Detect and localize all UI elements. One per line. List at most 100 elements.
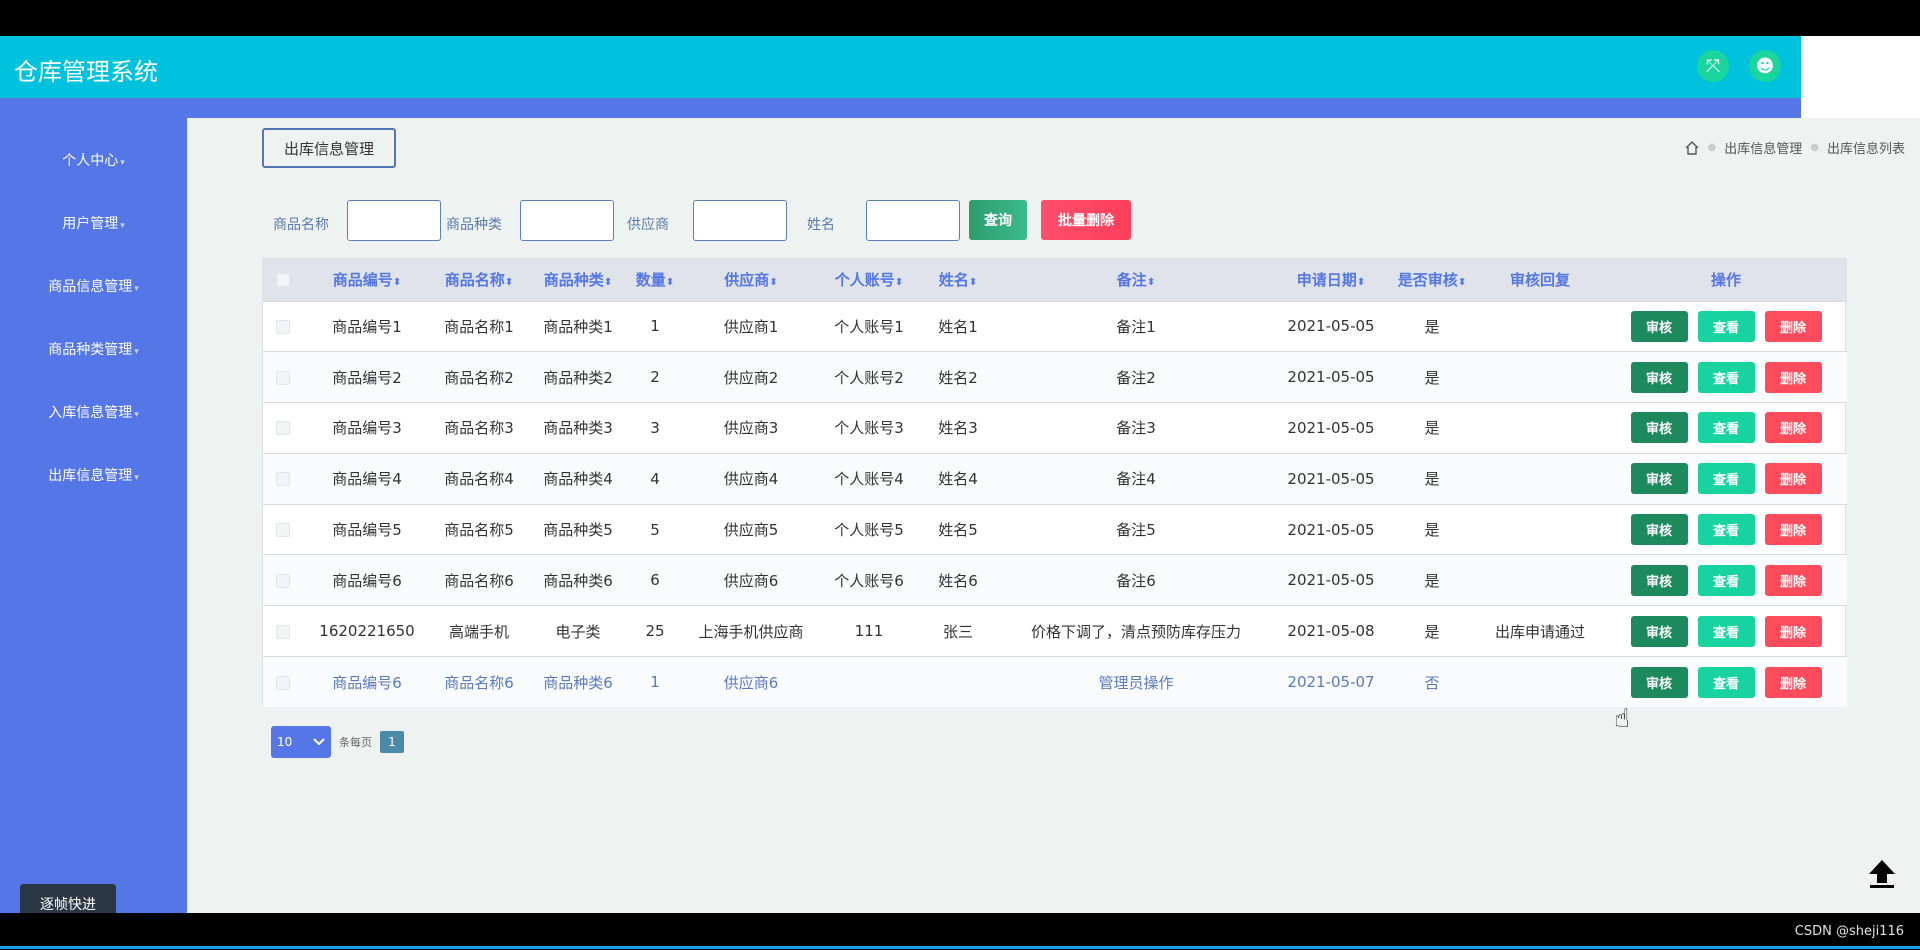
row-actions: 审核 查看 删除 [1605,666,1847,698]
tab-outbound-management[interactable]: 出库信息管理 [262,128,396,168]
sidebar-item-label: 个人中心 [62,153,119,169]
audit-button[interactable]: 审核 [1630,666,1688,698]
cell-type: 商品种类6 [543,673,613,692]
query-button[interactable]: 查询 [969,200,1027,240]
cell-person: 张三 [942,622,973,641]
column-header-note[interactable]: 备注⬍ [999,259,1273,301]
sidebar: 个人中心 ▾ 用户管理 ▾ 商品信息管理 ▾ 商品种类管理 ▾ 入库信息管理 ▾ 出库信息… [0,98,187,913]
row-checkbox[interactable] [276,370,290,385]
column-header-code[interactable]: 商品编号⬍ [303,259,431,301]
audit-button[interactable]: 审核 [1630,514,1688,546]
sidebar-item-label: 出库信息管理 [48,468,133,484]
sidebar-item-outbound[interactable]: 出库信息管理 ▾ [0,465,187,485]
audit-button[interactable]: 审核 [1630,564,1688,596]
view-button[interactable]: 查看 [1697,615,1755,647]
column-header-actions: 操作 [1710,271,1741,290]
sort-icon: ⬍ [1457,277,1467,289]
cell-name: 商品名称6 [444,673,514,692]
row-checkbox[interactable] [276,675,290,690]
page-size-select[interactable]: 10 [271,726,331,758]
sidebar-item-inbound[interactable]: 入库信息管理 ▾ [0,402,187,422]
sidebar-item-goods-info[interactable]: 商品信息管理 ▾ [0,276,187,296]
cell-date: 2021-05-05 [1287,520,1375,539]
home-icon[interactable] [1684,140,1700,156]
cell-supplier: 供应商2 [723,368,779,387]
table-row: 商品编号6 商品名称6 商品种类6 1 供应商6 管理员操作 2021-05-07 否 审核 查看… [263,656,1847,708]
cell-code: 商品编号5 [332,521,402,540]
watermark: CSDN @sheji116 [1794,924,1904,939]
column-header-supplier[interactable]: 供应商⬍ [681,259,821,301]
cell-qty: 6 [650,571,660,590]
view-button[interactable]: 查看 [1697,463,1755,495]
row-checkbox[interactable] [276,421,290,436]
view-button[interactable]: 查看 [1697,310,1755,342]
column-header-person[interactable]: 姓名⬍ [917,259,999,301]
cell-person: 姓名4 [938,470,978,489]
delete-button[interactable]: 删除 [1764,463,1822,495]
cell-note: 价格下调了，清点预防库存压力 [1030,622,1241,641]
cell-type: 商品种类4 [543,470,613,489]
delete-button[interactable]: 删除 [1764,666,1822,698]
sort-icon: ⬍ [968,277,978,289]
cell-name: 商品名称2 [444,368,514,387]
row-actions: 审核 查看 删除 [1605,361,1847,393]
page-number-current[interactable]: 1 [380,731,404,753]
fullscreen-button[interactable]: ⤧ [1697,50,1729,82]
caret-down-icon: ▾ [134,410,139,420]
supplier-input[interactable] [693,200,787,241]
name-input[interactable] [866,200,960,241]
view-button[interactable]: 查看 [1697,514,1755,546]
video-frame: 仓库管理系统 ⤧ ☻ 个人中心 ▾ 用户管理 ▾ 商品信息管理 ▾ 商品种类管理 ▾ [0,0,1920,950]
chevron-down-icon [313,738,325,746]
audit-button[interactable]: 审核 [1630,615,1688,647]
cell-date: 2021-05-05 [1287,469,1375,488]
delete-button[interactable]: 删除 [1764,564,1822,596]
audit-button[interactable]: 审核 [1630,310,1688,342]
goods-name-input[interactable] [347,200,441,241]
cell-date: 2021-05-05 [1287,317,1375,336]
column-header-qty[interactable]: 数量⬍ [629,259,681,301]
audit-button[interactable]: 审核 [1630,412,1688,444]
row-checkbox[interactable] [276,573,290,588]
cell-supplier: 供应商1 [723,317,779,336]
delete-button[interactable]: 删除 [1764,361,1822,393]
column-header-audited[interactable]: 是否审核⬍ [1389,259,1475,301]
sidebar-item-user-management[interactable]: 用户管理 ▾ [0,213,187,233]
view-button[interactable]: 查看 [1697,666,1755,698]
row-checkbox[interactable] [276,523,290,538]
delete-button[interactable]: 删除 [1764,310,1822,342]
column-header-date[interactable]: 申请日期⬍ [1273,259,1389,301]
row-actions: 审核 查看 删除 [1605,564,1847,596]
cell-qty: 4 [650,469,660,488]
back-to-top-button[interactable] [1862,853,1902,893]
fullscreen-icon: ⤧ [1705,55,1721,77]
delete-button[interactable]: 删除 [1764,514,1822,546]
cell-reply [1475,453,1605,504]
view-button[interactable]: 查看 [1697,412,1755,444]
user-button[interactable]: ☻ [1749,50,1781,82]
goods-type-input[interactable] [520,200,614,241]
row-actions: 审核 查看 删除 [1605,463,1847,495]
audit-button[interactable]: 审核 [1630,463,1688,495]
view-button[interactable]: 查看 [1697,564,1755,596]
video-progress-bar[interactable] [0,946,1920,949]
batch-delete-button[interactable]: 批量删除 [1041,200,1131,240]
column-header-type[interactable]: 商品种类⬍ [527,259,629,301]
sidebar-item-personal-center[interactable]: 个人中心 ▾ [0,150,187,170]
select-all-checkbox[interactable] [276,273,290,288]
sort-icon: ⬍ [392,277,402,289]
delete-button[interactable]: 删除 [1764,412,1822,444]
delete-button[interactable]: 删除 [1764,615,1822,647]
breadcrumb-item: 出库信息列表 [1826,142,1905,157]
column-header-account[interactable]: 个人账号⬍ [821,259,917,301]
breadcrumb-item[interactable]: 出库信息管理 [1724,138,1802,157]
audit-button[interactable]: 审核 [1630,361,1688,393]
row-checkbox[interactable] [276,624,290,639]
sidebar-item-goods-category[interactable]: 商品种类管理 ▾ [0,339,187,359]
cell-reply [1475,301,1605,352]
column-header-name[interactable]: 商品名称⬍ [431,259,527,301]
view-button[interactable]: 查看 [1697,361,1755,393]
cell-account [821,657,917,708]
row-checkbox[interactable] [276,472,290,487]
row-checkbox[interactable] [276,319,290,334]
